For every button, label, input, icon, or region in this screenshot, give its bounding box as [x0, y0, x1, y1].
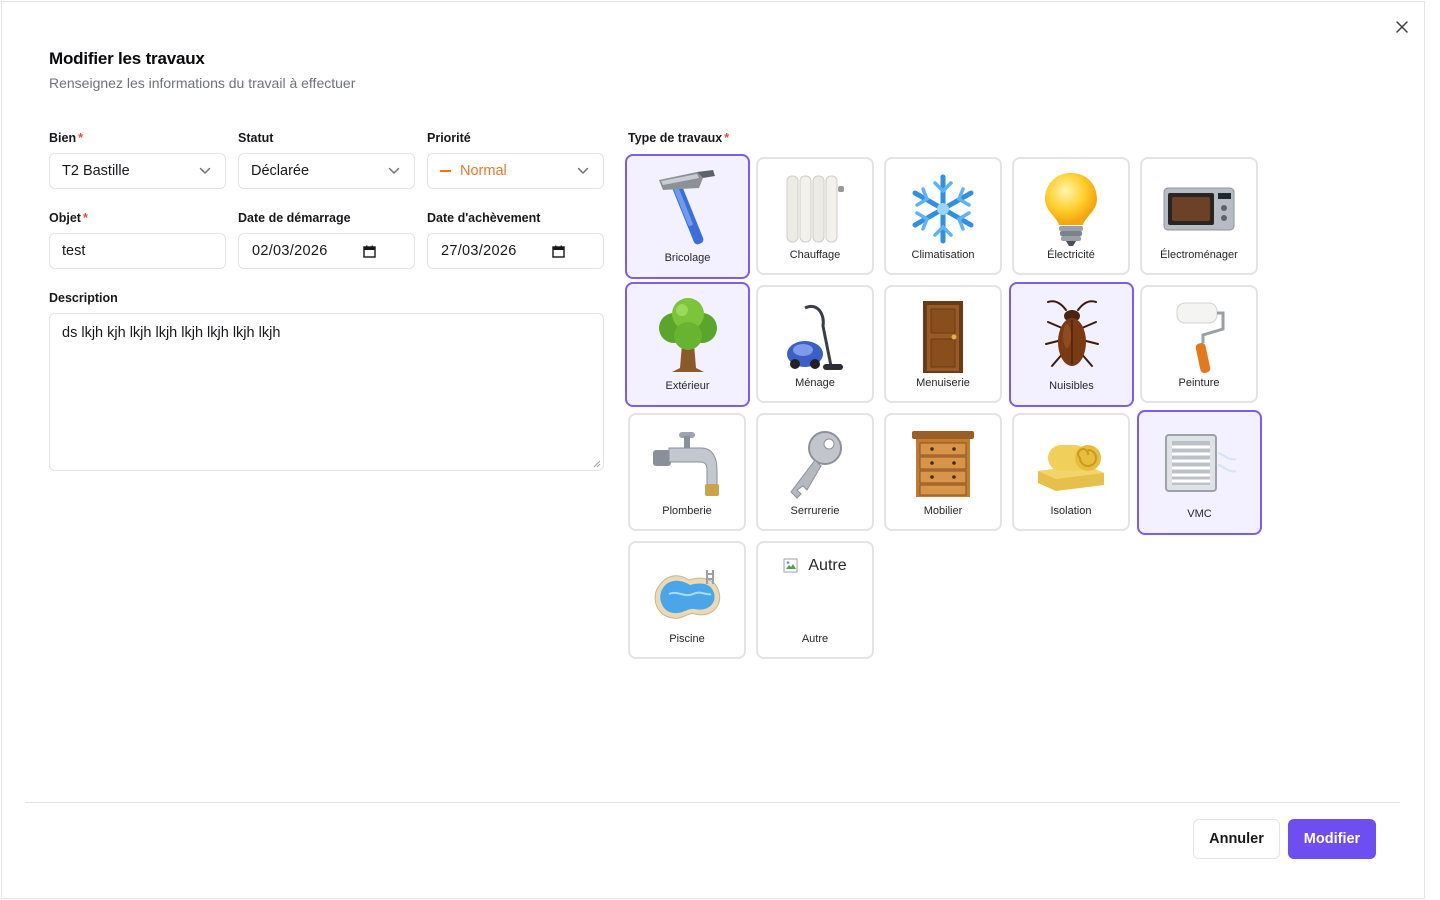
type-tile-label: VMC [1187, 508, 1212, 520]
date-demarrage-input[interactable]: 02/03/2026 [238, 233, 415, 269]
key-icon [775, 425, 855, 505]
type-tile-chauffage[interactable]: Chauffage [756, 157, 874, 275]
bien-select[interactable]: T2 Bastille [49, 153, 226, 189]
microwave-icon [1159, 169, 1239, 249]
close-icon[interactable] [1392, 17, 1412, 37]
statut-value: Déclarée [251, 163, 310, 179]
type-tile-label: Menuiserie [916, 377, 970, 389]
type-travaux-label: Type de travaux * [628, 131, 730, 145]
type-tile-mobilier[interactable]: Mobilier [884, 413, 1002, 531]
dresser-icon [903, 425, 983, 505]
submit-button[interactable]: Modifier [1288, 819, 1376, 859]
description-value: ds lkjh kjh lkjh lkjh lkjh lkjh lkjh lkj… [62, 325, 281, 341]
vacuum-icon [775, 297, 855, 377]
date-achevement-value: 27/03/2026 [441, 243, 517, 259]
type-tile-label: Piscine [669, 633, 705, 645]
priority-dash-icon [440, 170, 451, 172]
broken-image-icon: Autre [783, 557, 847, 575]
type-tile-label: Isolation [1050, 505, 1092, 517]
light-bulb-icon [1031, 169, 1111, 249]
type-tile-label: Ménage [795, 377, 835, 389]
type-tile-piscine[interactable]: Piscine [628, 541, 746, 659]
door-icon [903, 297, 983, 377]
resize-handle-icon[interactable] [593, 460, 601, 468]
description-textarea[interactable]: ds lkjh kjh lkjh lkjh lkjh lkjh lkjh lkj… [49, 313, 604, 471]
priorite-select[interactable]: Normal [427, 153, 604, 189]
description-label: Description [49, 291, 118, 305]
type-tile-label: Bricolage [664, 252, 711, 264]
statut-label: Statut [238, 131, 274, 145]
type-tile-label: Mobilier [923, 505, 963, 517]
type-tile-menage[interactable]: Ménage [756, 285, 874, 403]
broken-image-alt-text: Autre [808, 557, 847, 574]
type-tile-label: Électroménager [1160, 249, 1238, 261]
footer-divider [25, 802, 1400, 803]
insulation-roll-icon [1031, 425, 1111, 505]
calendar-icon[interactable] [551, 244, 565, 258]
statut-select[interactable]: Déclarée [238, 153, 415, 189]
type-tile-bricolage[interactable]: Bricolage [625, 154, 750, 279]
cancel-button[interactable]: Annuler [1193, 819, 1280, 859]
objet-input[interactable]: test [49, 233, 226, 269]
dialog-subtitle: Renseignez les informations du travail à… [49, 75, 356, 91]
type-tile-label: Électricité [1047, 249, 1095, 261]
tree-icon [648, 296, 728, 376]
date-achevement-label: Date d'achèvement [427, 211, 541, 225]
type-tile-serrurerie[interactable]: Serrurerie [756, 413, 874, 531]
type-tile-isolation[interactable]: Isolation [1012, 413, 1130, 531]
date-achevement-input[interactable]: 27/03/2026 [427, 233, 604, 269]
chevron-down-icon [386, 163, 402, 179]
chevron-down-icon [197, 163, 213, 179]
type-tile-electricite[interactable]: Électricité [1012, 157, 1130, 275]
type-tile-exterieur[interactable]: Extérieur [625, 282, 750, 407]
hammer-icon [648, 168, 728, 248]
type-tile-label: Climatisation [911, 249, 975, 261]
vent-icon [1160, 424, 1240, 504]
type-tile-label: Autre [801, 633, 829, 645]
paint-roller-icon [1159, 297, 1239, 377]
date-demarrage-value: 02/03/2026 [252, 243, 328, 259]
pool-icon [647, 553, 727, 633]
radiator-icon [775, 169, 855, 249]
priorite-value: Normal [460, 163, 507, 179]
chevron-down-icon [575, 163, 591, 179]
type-tile-plomberie[interactable]: Plomberie [628, 413, 746, 531]
objet-value: test [62, 243, 86, 259]
type-tile-nuisibles[interactable]: Nuisibles [1009, 282, 1134, 407]
faucet-icon [647, 425, 727, 505]
priorite-label: Priorité [427, 131, 471, 145]
type-tile-electromenager[interactable]: Électroménager [1140, 157, 1258, 275]
type-tile-label: Extérieur [665, 380, 710, 392]
cockroach-icon [1032, 296, 1112, 376]
type-tile-autre[interactable]: Autre Autre [756, 541, 874, 659]
type-tile-climatisation[interactable]: Climatisation [884, 157, 1002, 275]
type-tile-menuiserie[interactable]: Menuiserie [884, 285, 1002, 403]
objet-label: Objet * [49, 211, 88, 225]
type-tile-label: Chauffage [789, 249, 841, 261]
bien-value: T2 Bastille [62, 163, 130, 179]
type-tile-label: Nuisibles [1049, 380, 1094, 392]
bien-label: Bien * [49, 131, 83, 145]
date-demarrage-label: Date de démarrage [238, 211, 351, 225]
type-tile-label: Peinture [1178, 377, 1220, 389]
snowflake-icon [903, 169, 983, 249]
calendar-icon[interactable] [362, 244, 376, 258]
type-tile-label: Plomberie [662, 505, 712, 517]
type-tile-label: Serrurerie [790, 505, 840, 517]
type-tile-vmc[interactable]: VMC [1137, 410, 1262, 535]
dialog-title: Modifier les travaux [49, 49, 205, 68]
type-tile-peinture[interactable]: Peinture [1140, 285, 1258, 403]
